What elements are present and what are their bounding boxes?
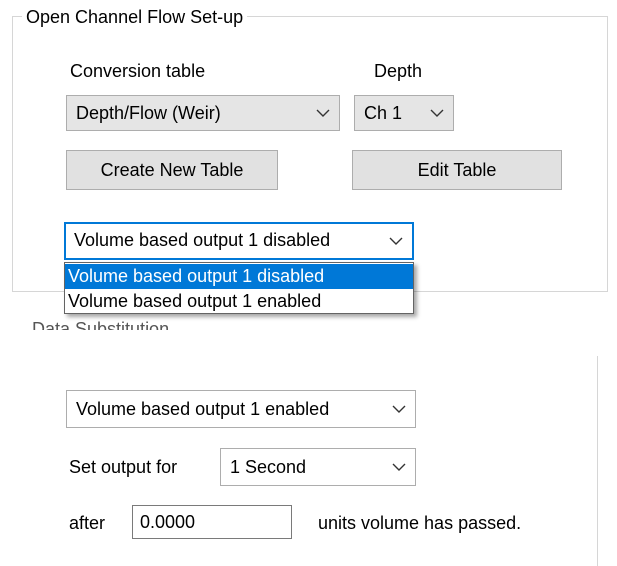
volume-output-value: Volume based output 1 disabled	[74, 230, 331, 250]
chevron-down-icon	[391, 449, 407, 485]
set-output-duration-select[interactable]: 1 Second	[220, 448, 416, 486]
after-label: after	[69, 513, 106, 533]
dropdown-option-disabled[interactable]: Volume based output 1 disabled	[65, 264, 413, 289]
volume-output-enabled-value: Volume based output 1 enabled	[76, 399, 330, 419]
volume-output-dropdown-list: Volume based output 1 disabled Volume ba…	[64, 262, 414, 314]
conversion-table-value: Depth/Flow (Weir)	[76, 103, 221, 123]
conversion-table-label: Conversion table	[70, 61, 206, 81]
volume-threshold-input[interactable]: 0.0000	[132, 505, 292, 539]
volume-output-select-enabled[interactable]: Volume based output 1 enabled	[66, 390, 416, 428]
volume-output-select[interactable]: Volume based output 1 disabled	[64, 222, 414, 260]
groupbox-title: Open Channel Flow Set-up	[22, 6, 248, 28]
edit-table-button[interactable]: Edit Table	[352, 150, 562, 190]
chevron-down-icon	[315, 96, 331, 130]
units-volume-label: units volume has passed.	[318, 513, 522, 533]
depth-channel-value: Ch 1	[364, 103, 403, 123]
create-new-table-button[interactable]: Create New Table	[66, 150, 278, 190]
chevron-down-icon	[391, 391, 407, 427]
dropdown-option-enabled[interactable]: Volume based output 1 enabled	[65, 289, 413, 314]
depth-label: Depth	[374, 61, 423, 81]
depth-channel-select[interactable]: Ch 1	[354, 95, 454, 131]
panel-border	[597, 356, 598, 566]
conversion-table-select[interactable]: Depth/Flow (Weir)	[66, 95, 340, 131]
set-output-duration-value: 1 Second	[230, 457, 307, 477]
chevron-down-icon	[429, 96, 445, 130]
data-substitution-label-partial: Data Substitution	[32, 319, 170, 330]
set-output-label: Set output for	[69, 457, 178, 477]
chevron-down-icon	[388, 224, 404, 258]
